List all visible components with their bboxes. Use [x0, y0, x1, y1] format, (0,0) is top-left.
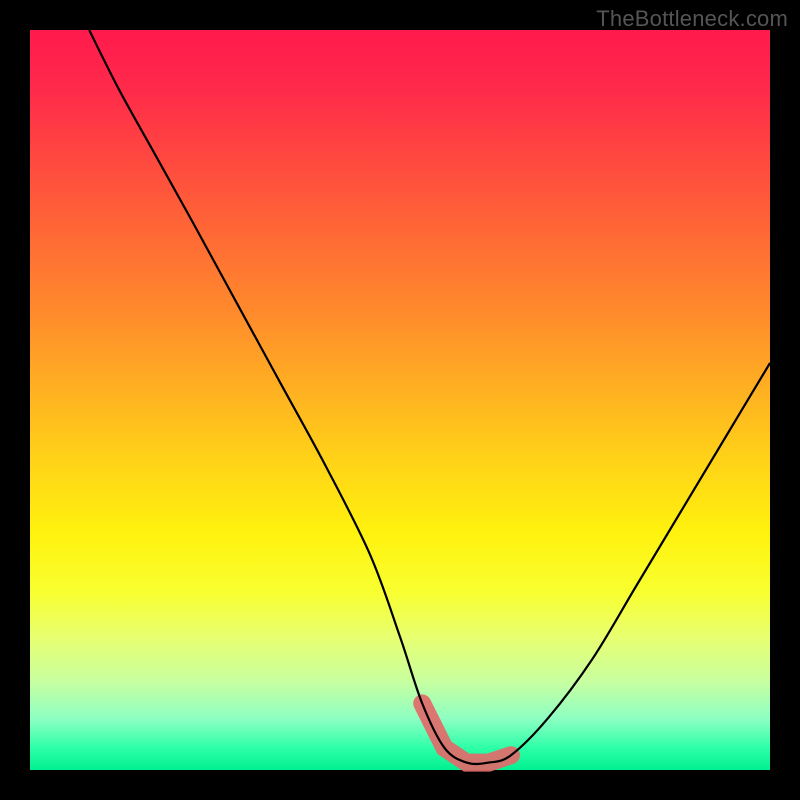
chart-svg: [30, 30, 770, 770]
chart-plot-area: [30, 30, 770, 770]
bottleneck-curve: [89, 30, 770, 764]
watermark-text: TheBottleneck.com: [596, 6, 788, 32]
